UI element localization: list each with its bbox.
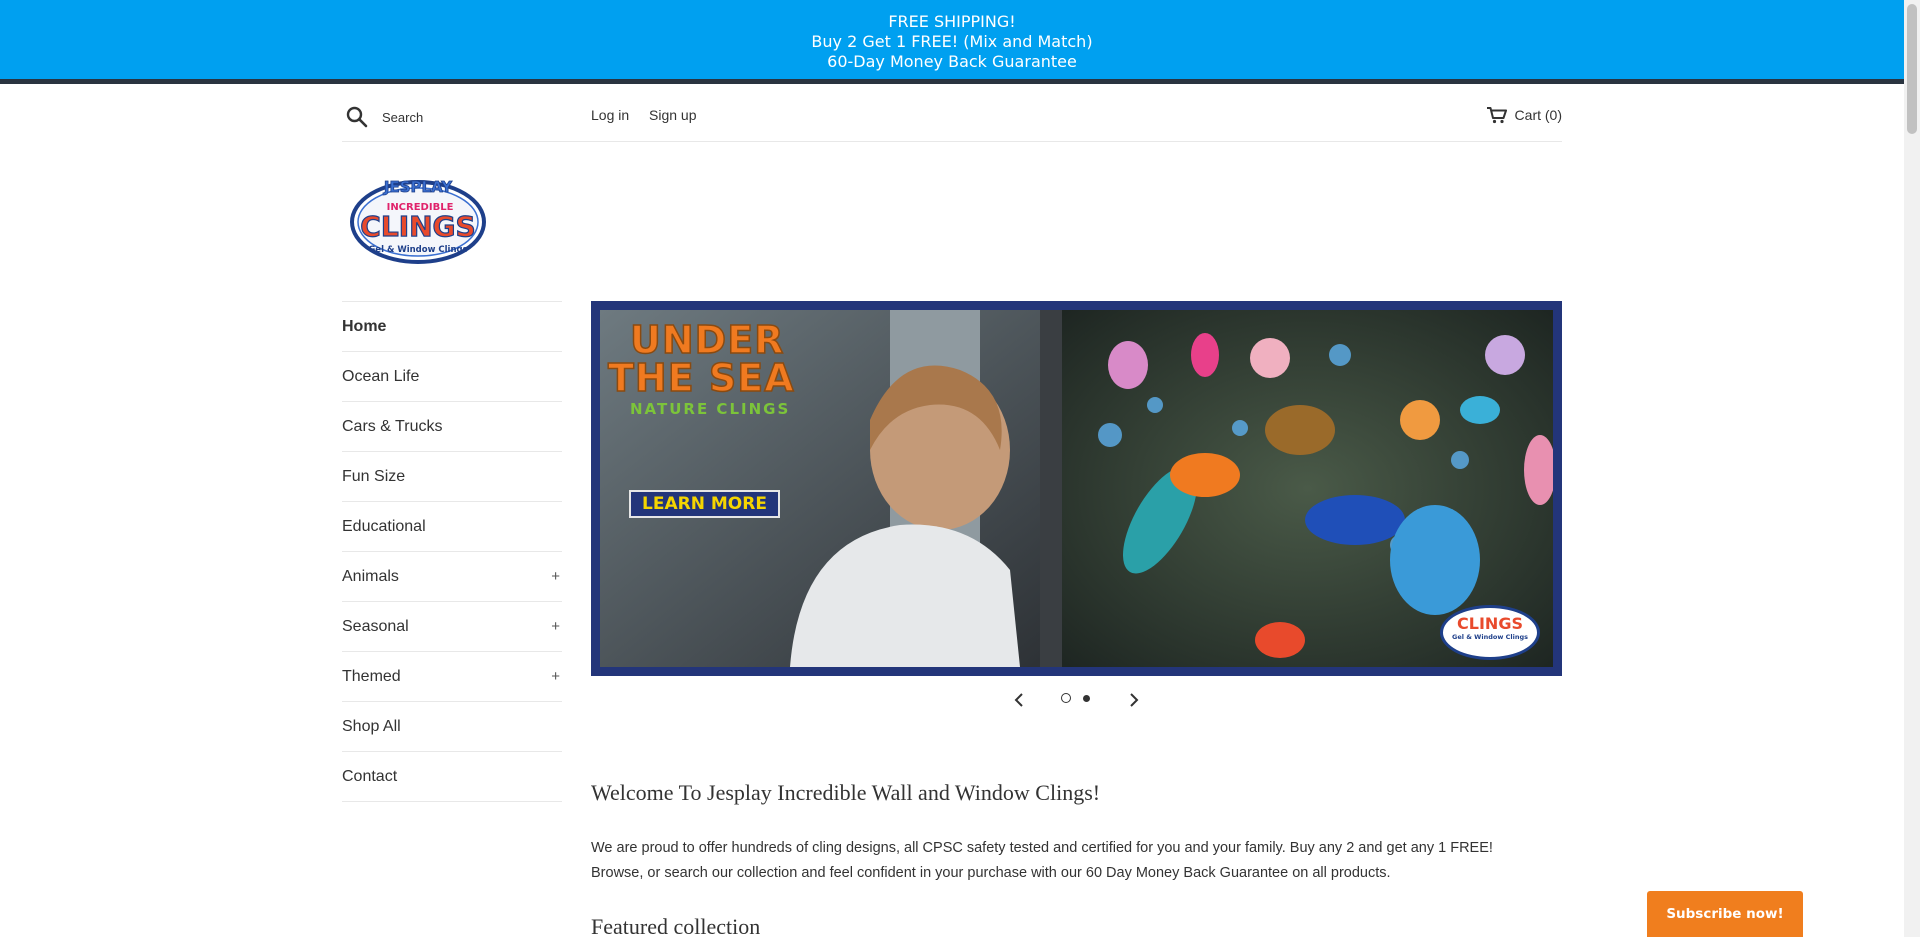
- intro-line-2: Browse, or search our collection and fee…: [591, 865, 1391, 881]
- sidebar-item-contact[interactable]: Contact: [342, 752, 562, 802]
- sidebar-item-animals[interactable]: Animals +: [342, 552, 562, 602]
- header-bar: Log in Sign up Cart (0): [342, 96, 1562, 142]
- announcement-line-2: Buy 2 Get 1 FREE! (Mix and Match): [811, 32, 1093, 51]
- slide-logo-sub: Gel & Window Clings: [1452, 633, 1528, 641]
- expand-plus-icon[interactable]: +: [551, 618, 562, 635]
- slide-logo-text: CLINGS: [1457, 614, 1523, 633]
- sidebar-item-label: Cars & Trucks: [342, 417, 443, 435]
- sidebar-item-label: Fun Size: [342, 467, 406, 485]
- intro-text: We are proud to offer hundreds of cling …: [591, 836, 1561, 886]
- sidebar-item-label: Animals: [342, 567, 399, 585]
- sidebar-item-shop-all[interactable]: Shop All: [342, 702, 562, 752]
- scrollbar-thumb[interactable]: [1907, 4, 1917, 134]
- logo-main-text: CLINGS: [360, 210, 475, 243]
- sidebar-item-ocean-life[interactable]: Ocean Life: [342, 352, 562, 402]
- hero-slide-image[interactable]: UNDER THE SEA NATURE CLINGS LEARN MORE C…: [600, 310, 1553, 667]
- cart-icon: [1486, 107, 1507, 124]
- subscribe-button[interactable]: Subscribe now!: [1647, 891, 1803, 937]
- sidebar-item-label: Home: [342, 317, 387, 335]
- sidebar-item-label: Themed: [342, 667, 401, 685]
- sidebar-item-label: Shop All: [342, 717, 401, 735]
- featured-collection-heading: Featured collection: [591, 914, 761, 939]
- signup-link[interactable]: Sign up: [649, 107, 696, 123]
- page-scrollbar[interactable]: [1904, 0, 1920, 937]
- search-input[interactable]: [382, 106, 572, 128]
- sidebar-item-label: Ocean Life: [342, 367, 420, 385]
- intro-line-1: We are proud to offer hundreds of cling …: [591, 840, 1493, 856]
- sidebar-item-cars-trucks[interactable]: Cars & Trucks: [342, 402, 562, 452]
- logo-sub-text: Gel & Window Clings: [368, 245, 467, 255]
- sidebar-item-label: Seasonal: [342, 617, 409, 635]
- search-icon[interactable]: [346, 106, 368, 128]
- slide-next-icon[interactable]: [1124, 690, 1144, 710]
- announcement-line-3: 60-Day Money Back Guarantee: [827, 52, 1077, 71]
- sidebar-item-educational[interactable]: Educational: [342, 502, 562, 552]
- hero-slideshow[interactable]: UNDER THE SEA NATURE CLINGS LEARN MORE C…: [591, 301, 1562, 676]
- cart-link[interactable]: Cart (0): [1486, 106, 1562, 124]
- welcome-heading: Welcome To Jesplay Incredible Wall and W…: [591, 780, 1101, 805]
- slide-prev-icon[interactable]: [1009, 690, 1029, 710]
- sidebar-item-label: Contact: [342, 767, 398, 785]
- announcement-bar: FREE SHIPPING! Buy 2 Get 1 FREE! (Mix an…: [0, 0, 1904, 84]
- sidebar-item-label: Educational: [342, 517, 426, 535]
- logo-top-text: JESPLAY: [383, 178, 453, 196]
- slide-title-line2: THE SEA: [607, 355, 795, 401]
- sidebar-item-home[interactable]: Home: [342, 302, 562, 352]
- expand-plus-icon[interactable]: +: [551, 568, 562, 585]
- slide-dot-1[interactable]: [1061, 693, 1071, 703]
- brand-logo[interactable]: JESPLAY INCREDIBLE CLINGS Gel & Window C…: [348, 172, 488, 268]
- login-link[interactable]: Log in: [591, 107, 629, 123]
- slide-dot-2[interactable]: [1083, 695, 1090, 702]
- announcement-line-1: FREE SHIPPING!: [888, 12, 1016, 31]
- slide-subtitle: NATURE CLINGS: [630, 400, 791, 418]
- expand-plus-icon[interactable]: +: [551, 668, 562, 685]
- slide-logo: CLINGS Gel & Window Clings: [1440, 605, 1540, 660]
- sidebar-item-themed[interactable]: Themed +: [342, 652, 562, 702]
- learn-more-button[interactable]: LEARN MORE: [629, 490, 780, 518]
- sidebar-nav: Home Ocean Life Cars & Trucks Fun Size E…: [342, 301, 562, 802]
- cart-label: Cart (0): [1514, 107, 1562, 123]
- sidebar-item-seasonal[interactable]: Seasonal +: [342, 602, 562, 652]
- sidebar-item-fun-size[interactable]: Fun Size: [342, 452, 562, 502]
